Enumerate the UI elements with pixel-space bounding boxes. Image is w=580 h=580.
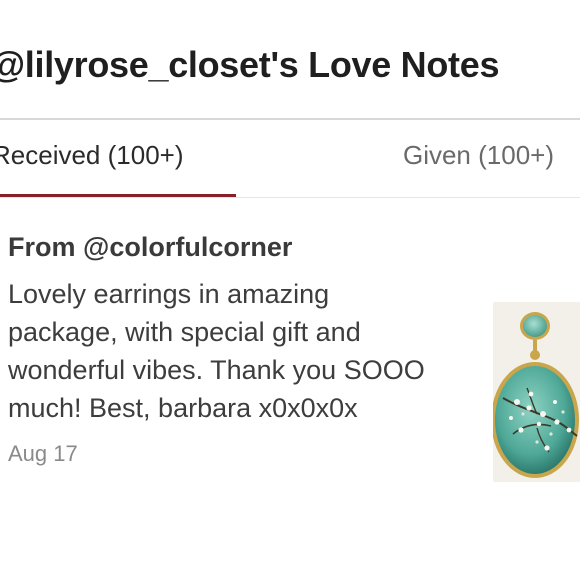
turquoise-cameo-earring-icon	[493, 302, 580, 482]
tab-divider	[0, 197, 580, 198]
page-title: @lilyrose_closet's Love Notes	[0, 44, 500, 85]
note-message: Lovely earrings in amazing package, with…	[8, 279, 425, 423]
love-note-item: From @colorfulcorner Lovely earrings in …	[8, 232, 478, 467]
tab-given[interactable]: Given (100+)	[403, 140, 554, 171]
tab-bar: Received (100+) Given (100+)	[0, 120, 580, 198]
note-sender[interactable]: From @colorfulcorner	[8, 232, 478, 263]
love-notes-page: @lilyrose_closet's Love Notes Received (…	[0, 0, 580, 580]
tab-received[interactable]: Received (100+)	[0, 140, 184, 171]
note-date: Aug 17	[8, 441, 78, 466]
listing-thumbnail[interactable]	[493, 302, 580, 482]
